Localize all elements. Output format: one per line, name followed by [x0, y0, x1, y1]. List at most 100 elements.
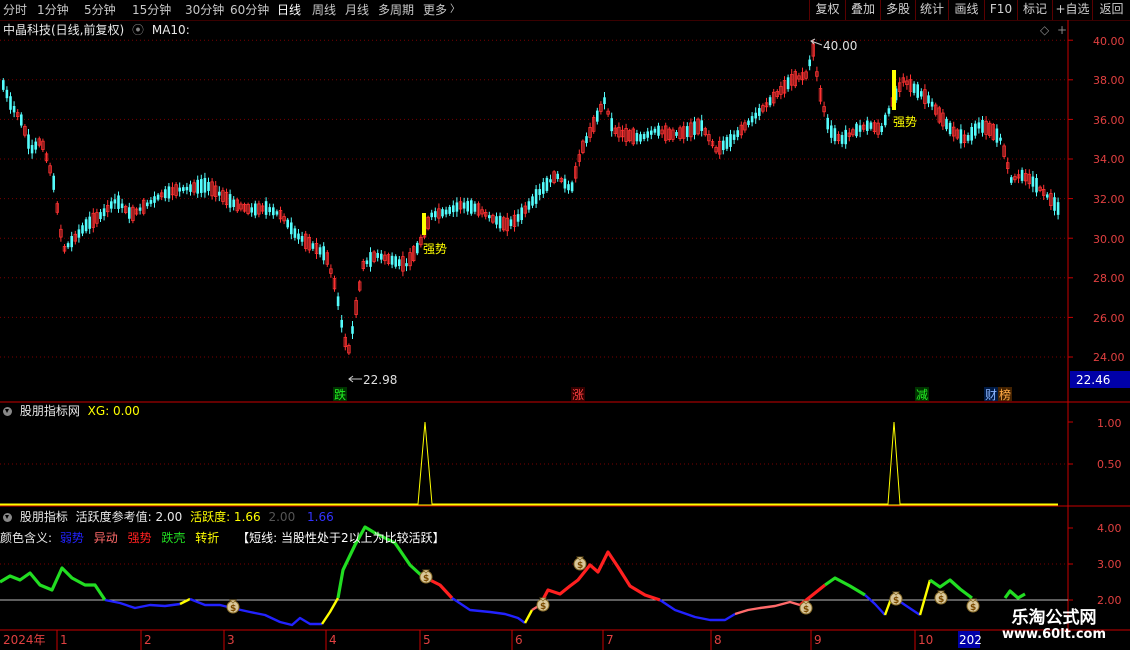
candle [77, 224, 81, 243]
event-bao-label: 榜 [999, 387, 1011, 402]
candle [297, 229, 300, 244]
candle [242, 202, 247, 213]
candle [437, 203, 441, 224]
settings-circle-icon[interactable]: ⦿ [132, 23, 144, 37]
candle [880, 122, 883, 136]
candle [200, 174, 203, 198]
period-tab-15min[interactable]: 15分钟 [132, 2, 171, 18]
candle [664, 122, 668, 144]
xg-value: XG: 0.00 [87, 404, 140, 418]
candle [495, 212, 498, 229]
more-chevron-icon[interactable]: 〉 [450, 2, 460, 18]
period-tab-30min[interactable]: 30分钟 [185, 2, 224, 18]
candle [167, 183, 171, 202]
candle [498, 212, 502, 232]
candle [952, 121, 956, 142]
panel3-name[interactable]: 股朋指标 [20, 510, 68, 524]
svg-text:24.00: 24.00 [1093, 351, 1125, 364]
svg-text:$: $ [893, 596, 899, 606]
candle [509, 216, 513, 230]
period-tab-1min[interactable]: 1分钟 [37, 2, 69, 18]
candle [552, 170, 556, 185]
back-button[interactable]: 返回 [1092, 0, 1130, 20]
panel2-name[interactable]: 股朋指标网 [20, 404, 80, 418]
candle [872, 120, 877, 135]
candle [653, 126, 657, 135]
event-die-label: 跌 [334, 387, 346, 402]
candle [747, 118, 750, 128]
period-tab-5min[interactable]: 5分钟 [84, 2, 116, 18]
activity-segment [538, 550, 661, 606]
f10-button[interactable]: F10 [984, 0, 1017, 20]
candlestick-series [2, 39, 1060, 355]
svg-text:40.00: 40.00 [1093, 35, 1125, 48]
activity-value: 1.66 [307, 510, 334, 524]
candle [988, 120, 992, 138]
plus-icon[interactable]: + [1057, 22, 1067, 38]
svg-text:32.00: 32.00 [1093, 193, 1125, 206]
period-tab-60min[interactable]: 60分钟 [230, 2, 269, 18]
candle [689, 118, 693, 142]
candle [260, 202, 265, 215]
candle [235, 197, 239, 214]
mark-button[interactable]: 标记 [1017, 0, 1052, 20]
period-tab-multi[interactable]: 多周期 [378, 2, 414, 18]
period-tab-monthly[interactable]: 月线 [345, 2, 369, 18]
overlay-button[interactable]: 叠加 [845, 0, 880, 20]
legend-unusual: 异动 [93, 531, 118, 545]
candle [833, 124, 837, 145]
add-watchlist-button[interactable]: +自选 [1052, 0, 1092, 20]
svg-text:4.00: 4.00 [1097, 522, 1122, 535]
adjust-button[interactable]: 复权 [809, 0, 845, 20]
activity-segment [523, 609, 534, 624]
period-tab-more[interactable]: 更多 [423, 2, 447, 18]
candle [66, 241, 70, 250]
candle [549, 174, 552, 187]
candle [761, 103, 765, 114]
svg-text:9: 9 [814, 633, 822, 647]
candle [703, 126, 707, 137]
panel-menu-icon[interactable] [3, 407, 12, 416]
candle [1013, 173, 1017, 183]
candle [545, 175, 549, 193]
candle [476, 201, 481, 218]
candle [246, 202, 250, 216]
candle [55, 201, 59, 215]
low-annotation: 22.98 [348, 373, 397, 387]
panel-menu-icon[interactable] [3, 513, 12, 522]
candle [390, 252, 394, 269]
svg-text:28.00: 28.00 [1093, 272, 1125, 285]
candle [768, 95, 772, 108]
period-tab-daily[interactable]: 日线 [277, 2, 301, 18]
candle [855, 121, 858, 138]
candle [642, 131, 646, 142]
multi-stock-button[interactable]: 多股 [880, 0, 915, 20]
candle [775, 89, 779, 99]
legend-weak: 弱势 [59, 531, 84, 545]
candle [696, 117, 700, 136]
period-tab-fenshi[interactable]: 分时 [3, 2, 27, 18]
candle [401, 251, 405, 277]
stats-button[interactable]: 统计 [915, 0, 948, 20]
candle [948, 120, 952, 137]
stock-title[interactable]: 中晶科技(日线,前复权) [3, 23, 124, 37]
candle [88, 211, 91, 234]
draw-line-button[interactable]: 画线 [948, 0, 984, 20]
candle [657, 122, 660, 139]
candle [275, 209, 279, 217]
chart-canvas[interactable]: 40.00 22.98 强势 强势 跌 涨 减 财 榜 40.00 38.00 … [0, 20, 1130, 650]
svg-text:$: $ [540, 602, 546, 612]
candle [354, 297, 358, 318]
candle [613, 125, 617, 137]
period-tab-weekly[interactable]: 周线 [312, 2, 336, 18]
candle [542, 178, 545, 198]
candle [153, 191, 156, 208]
event-markers[interactable]: 跌 涨 减 财 榜 [333, 387, 1012, 402]
ref-value: 2.00 [268, 510, 296, 524]
candle [923, 84, 927, 110]
candle [722, 136, 725, 155]
svg-text:1: 1 [60, 633, 68, 647]
candle [2, 78, 5, 92]
candle [570, 180, 574, 193]
diamond-icon[interactable]: ◇ [1040, 22, 1049, 38]
